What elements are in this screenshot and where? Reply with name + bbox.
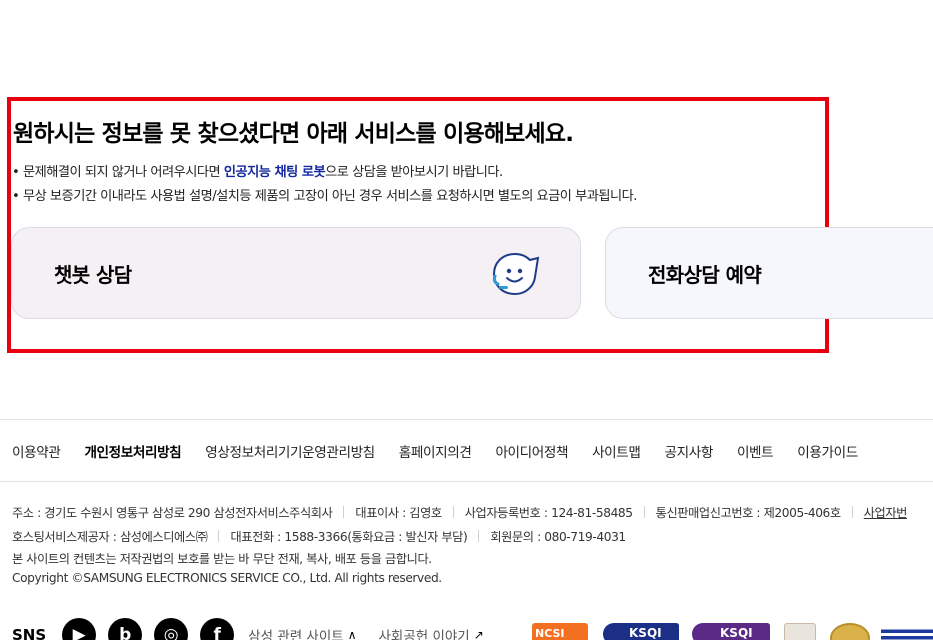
company-info-line-2: 호스팅서비스제공자 : 삼성에스디에스㈜ 대표전화 : 1588-3366(통화… bbox=[12, 527, 626, 545]
footer-link-terms[interactable]: 이용약관 bbox=[12, 441, 61, 461]
business-registration-number: 사업자등록번호 : 124-81-58485 bbox=[464, 506, 633, 520]
chatbot-consult-card[interactable]: 챗봇 상담 bbox=[11, 227, 581, 319]
footer-link-feedback[interactable]: 홈페이지의견 bbox=[399, 441, 472, 461]
footer-nav: 이용약관 개인정보처리방침 영상정보처리기기운영관리방침 홈페이지의견 아이디어… bbox=[12, 441, 882, 461]
sns-label: SNS bbox=[12, 626, 47, 640]
footer-link-cctv-policy[interactable]: 영상정보처리기기운영관리방침 bbox=[205, 441, 375, 461]
footer-link-notice[interactable]: 공지사항 bbox=[665, 441, 714, 461]
separator bbox=[851, 506, 853, 518]
separator bbox=[343, 506, 345, 518]
ksqi-badge-text-2: KSQI bbox=[720, 626, 753, 640]
company-ceo: 대표이사 : 김영호 bbox=[355, 506, 442, 520]
main-phone: 대표전화 : 1588-3366(통화요금 : 발신자 부담) bbox=[230, 530, 468, 544]
footer-link-idea-policy[interactable]: 아이디어정책 bbox=[495, 441, 568, 461]
facebook-icon[interactable]: f bbox=[200, 618, 235, 640]
page-headline: 원하시는 정보를 못 찾으셨다면 아래 서비스를 이용해보세요. bbox=[13, 121, 574, 147]
external-link-icon: ↗ bbox=[473, 628, 484, 640]
business-info-link[interactable]: 사업자번 bbox=[864, 503, 908, 521]
instagram-icon[interactable]: ◎ bbox=[154, 618, 189, 640]
footer-divider-2 bbox=[0, 481, 933, 482]
ksqi-badge: KSQI bbox=[603, 623, 679, 640]
ai-chatbot-link[interactable]: 인공지능 채팅 로봇 bbox=[224, 165, 326, 180]
copyright: Copyright ©SAMSUNG ELECTRONICS SERVICE C… bbox=[12, 571, 442, 585]
hosting-provider: 호스팅서비스제공자 : 삼성에스디에스㈜ bbox=[12, 530, 208, 544]
footer-link-guide[interactable]: 이용가이드 bbox=[797, 441, 858, 461]
company-info-line-1: 주소 : 경기도 수원시 영통구 삼성로 290 삼성전자서비스주식회사 대표이… bbox=[12, 503, 907, 521]
footer-link-privacy[interactable]: 개인정보처리방침 bbox=[84, 441, 181, 461]
ksqi-badge-text: KSQI bbox=[629, 626, 662, 640]
ncsi-badge-text: NCSI bbox=[535, 627, 565, 640]
footer-link-sitemap[interactable]: 사이트맵 bbox=[592, 441, 641, 461]
footer-link-event[interactable]: 이벤트 bbox=[737, 441, 774, 461]
copyright-notice: 본 사이트의 컨텐츠는 저작권법의 보호를 받는 바 무단 전재, 복사, 배포… bbox=[12, 552, 432, 566]
phone-consult-card[interactable]: 전화상담 예약 bbox=[605, 227, 933, 319]
certification-logo-badge bbox=[881, 623, 933, 640]
footer-divider bbox=[0, 419, 933, 420]
chatbot-consult-label: 챗봇 상담 bbox=[54, 262, 132, 287]
certification-badge bbox=[784, 623, 816, 640]
blog-icon[interactable]: b bbox=[108, 618, 143, 640]
chatbot-guide-text: • 문제해결이 되지 않거나 어려우시다면 인공지능 채팅 로봇으로 상담을 받… bbox=[12, 161, 503, 180]
award-seal-badge bbox=[830, 623, 870, 640]
youtube-icon[interactable]: ▶ bbox=[62, 618, 97, 640]
separator bbox=[452, 506, 454, 518]
mail-order-number: 통신판매업신고번호 : 제2005-406호 bbox=[655, 506, 841, 520]
separator bbox=[478, 530, 480, 542]
bullet-suffix: 으로 상담을 받아보시기 바랍니다. bbox=[325, 165, 503, 180]
related-sites-dropdown[interactable]: 삼성 관련 사이트 ∧ bbox=[248, 625, 356, 640]
member-inquiry-phone: 회원문의 : 080-719-4031 bbox=[490, 530, 626, 544]
separator bbox=[643, 506, 645, 518]
footer-bottom-row: SNS ▶ b ◎ f 삼성 관련 사이트 ∧ 사회공헌 이야기 ↗ bbox=[12, 618, 504, 640]
chevron-up-icon: ∧ bbox=[347, 628, 357, 640]
ncsi-badge: NCSI bbox=[532, 623, 588, 640]
ksqi-badge-2: KSQI bbox=[692, 623, 770, 640]
social-story-label: 사회공헌 이야기 bbox=[378, 629, 470, 640]
warranty-notice-text: • 무상 보증기간 이내라도 사용법 설명/설치등 제품의 고장이 아닌 경우 … bbox=[12, 189, 637, 204]
bullet-prefix: • 문제해결이 되지 않거나 어려우시다면 bbox=[12, 165, 224, 180]
social-story-link[interactable]: 사회공헌 이야기 ↗ bbox=[379, 625, 484, 640]
phone-consult-label: 전화상담 예약 bbox=[648, 262, 762, 287]
related-sites-label: 삼성 관련 사이트 bbox=[248, 629, 344, 640]
separator bbox=[218, 530, 220, 542]
company-address: 주소 : 경기도 수원시 영통구 삼성로 290 삼성전자서비스주식회사 bbox=[12, 506, 333, 520]
chatbot-face-icon bbox=[492, 252, 540, 296]
